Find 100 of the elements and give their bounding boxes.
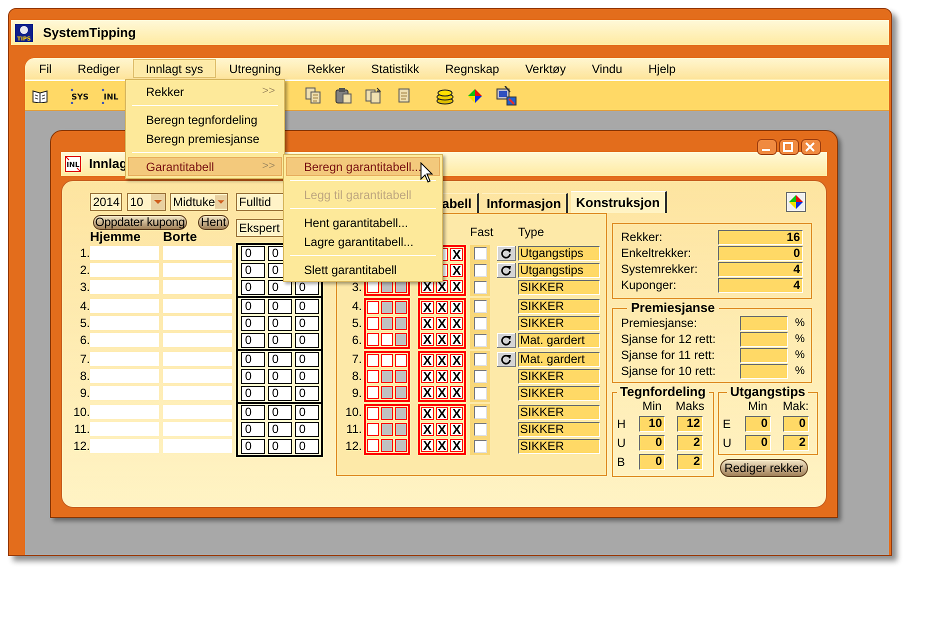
odds-cell[interactable]: 0 [295,333,319,348]
away-team-field[interactable] [163,246,232,260]
sign-cell[interactable]: X [450,332,464,346]
type-field[interactable]: Utgangstips [518,263,600,278]
documents-icon[interactable] [365,87,382,104]
odds-cell[interactable]: 0 [241,280,265,295]
menu-item[interactable]: Fil [26,59,65,78]
home-team-field[interactable] [90,298,159,312]
type-field[interactable]: SIKKER [518,439,600,454]
sign-cell[interactable]: X [421,301,434,314]
odds-cell[interactable]: 0 [268,369,292,384]
rotate-button[interactable] [497,263,516,278]
selection-cell[interactable] [381,407,393,420]
away-team-field[interactable] [163,352,232,366]
home-team-field[interactable] [90,316,159,330]
away-team-field[interactable] [163,386,232,400]
sign-cell[interactable]: X [421,407,434,420]
minimize-icon[interactable] [757,139,777,155]
selection-cell[interactable] [381,332,393,346]
away-team-field[interactable] [163,298,232,312]
copy-icon[interactable] [305,87,321,104]
paste-icon[interactable] [335,87,352,104]
home-team-field[interactable] [90,280,159,294]
home-team-field[interactable] [90,404,159,418]
coins-icon[interactable] [435,86,455,104]
sign-cell[interactable]: X [421,423,434,436]
odds-cell[interactable]: 0 [295,405,319,420]
sign-cell[interactable]: X [436,370,448,383]
away-team-field[interactable] [163,280,232,294]
away-team-field[interactable] [163,316,232,330]
type-field[interactable]: Mat. gardert [518,352,600,367]
selection-cell[interactable] [395,332,407,346]
sign-cell[interactable]: X [450,386,464,399]
selection-cell[interactable] [395,370,407,383]
fast-checkbox[interactable] [474,281,486,294]
sign-cell[interactable]: X [436,386,448,399]
selection-cell[interactable] [367,301,379,314]
type-field[interactable]: SIKKER [518,369,600,384]
odds-cell[interactable]: 0 [241,352,265,367]
odds-cell[interactable]: 0 [295,422,319,437]
odds-cell[interactable]: 0 [268,316,292,331]
book-icon[interactable] [32,88,48,102]
menu-item[interactable]: Beregn garantitabell... [286,157,440,176]
sign-cell[interactable]: X [436,354,448,368]
odds-cell[interactable]: 0 [268,352,292,367]
sign-cell[interactable]: X [421,332,434,346]
type-field[interactable]: Mat. gardert [518,333,600,348]
odds-cell[interactable]: 0 [241,299,265,314]
fast-checkbox[interactable] [474,423,486,436]
sign-cell[interactable]: X [421,370,434,383]
sign-cell[interactable]: X [436,301,448,314]
menu-item[interactable]: Hjelp [635,59,689,78]
odds-cell[interactable]: 0 [241,405,265,420]
sign-cell[interactable]: X [421,317,434,330]
odds-cell[interactable]: 0 [295,352,319,367]
fast-checkbox[interactable] [474,370,486,383]
page-icon[interactable] [398,88,410,103]
away-team-field[interactable] [163,438,232,452]
selection-cell[interactable] [395,386,407,399]
menu-item[interactable]: Beregn premiesjanse [128,129,282,148]
rotate-button[interactable] [497,246,516,261]
odds-cell[interactable]: 0 [241,246,265,261]
home-team-field[interactable] [90,352,159,366]
menu-item[interactable]: Verktøy [512,59,579,78]
fast-checkbox[interactable] [474,334,486,347]
odds-cell[interactable]: 0 [241,263,265,278]
menu-item[interactable]: Garantitabell >> [128,157,282,176]
rotate-button[interactable] [497,352,516,367]
home-team-field[interactable] [90,332,159,346]
sign-cell[interactable]: X [450,264,464,277]
sign-cell[interactable]: X [450,280,464,293]
edit-rows-button[interactable]: Rediger rekker [720,459,808,477]
away-team-field[interactable] [163,262,232,276]
home-team-field[interactable] [90,262,159,276]
close-icon[interactable] [801,139,821,155]
rotate-button[interactable] [497,333,516,348]
odds-cell[interactable]: 0 [241,422,265,437]
tab[interactable]: Konstruksjon [571,191,667,213]
sign-cell[interactable]: X [436,438,448,452]
selection-cell[interactable] [395,317,407,330]
odds-cell[interactable]: 0 [295,316,319,331]
home-team-field[interactable] [90,422,159,436]
odds-cell[interactable]: 0 [268,299,292,314]
menu-item[interactable]: Vindu [578,59,636,78]
away-team-field[interactable] [163,422,232,436]
fast-checkbox[interactable] [474,406,486,419]
odds-cell[interactable]: 0 [295,439,319,454]
selection-cell[interactable] [367,438,379,452]
sign-cell[interactable]: X [450,370,464,383]
sign-cell[interactable]: X [450,407,464,420]
sign-cell[interactable]: X [436,407,448,420]
type-field[interactable]: Utgangstips [518,246,600,261]
menu-item[interactable]: Rediger [64,59,133,78]
odds-cell[interactable]: 0 [295,299,319,314]
selection-cell[interactable] [395,407,407,420]
sign-cell[interactable]: X [436,332,448,346]
selection-cell[interactable] [395,354,407,368]
fast-checkbox[interactable] [474,353,486,366]
selection-cell[interactable] [367,407,379,420]
sign-cell[interactable]: X [450,354,464,368]
